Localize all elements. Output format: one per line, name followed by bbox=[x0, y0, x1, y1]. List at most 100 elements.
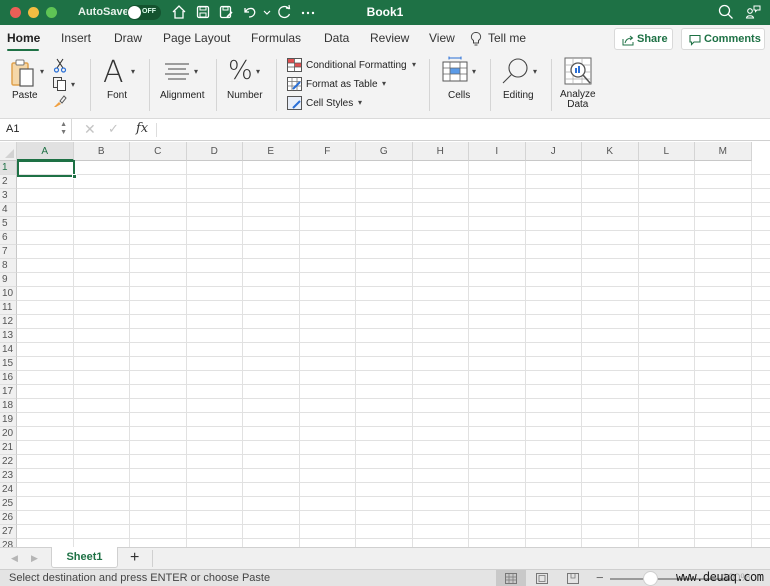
editing-label[interactable]: Editing bbox=[503, 90, 534, 101]
cells-icon[interactable] bbox=[442, 56, 468, 82]
row-header-6[interactable]: 6 bbox=[0, 231, 17, 245]
row-header-10[interactable]: 10 bbox=[0, 287, 17, 301]
column-header-d[interactable]: D bbox=[186, 142, 243, 161]
search-icon[interactable] bbox=[718, 4, 734, 20]
row-header-24[interactable]: 24 bbox=[0, 483, 17, 497]
prev-sheet-icon[interactable]: ◀ bbox=[11, 553, 18, 564]
row-header-15[interactable]: 15 bbox=[0, 357, 17, 371]
row-header-25[interactable]: 25 bbox=[0, 497, 17, 511]
row-header-5[interactable]: 5 bbox=[0, 217, 17, 231]
formula-input[interactable] bbox=[160, 120, 760, 139]
zoom-out-button[interactable]: − bbox=[596, 570, 604, 585]
row-header-14[interactable]: 14 bbox=[0, 343, 17, 357]
row-header-19[interactable]: 19 bbox=[0, 413, 17, 427]
alignment-dropdown-icon[interactable]: ▾ bbox=[194, 67, 198, 76]
collaborate-icon[interactable] bbox=[745, 4, 761, 20]
row-header-11[interactable]: 11 bbox=[0, 301, 17, 315]
copy-icon[interactable] bbox=[52, 76, 68, 92]
cells-label[interactable]: Cells bbox=[448, 90, 470, 101]
cut-icon[interactable] bbox=[53, 58, 67, 73]
column-header-h[interactable]: H bbox=[412, 142, 469, 161]
paste-icon[interactable] bbox=[10, 58, 38, 88]
font-icon[interactable]: A bbox=[103, 55, 124, 90]
row-header-27[interactable]: 27 bbox=[0, 525, 17, 539]
tab-review[interactable]: Review bbox=[370, 31, 409, 45]
row-header-21[interactable]: 21 bbox=[0, 441, 17, 455]
tab-home[interactable]: Home bbox=[7, 31, 40, 45]
number-dropdown-icon[interactable]: ▾ bbox=[256, 67, 260, 76]
spreadsheet-grid[interactable]: A B C D E F G H I J K L M 1 2 3 4 5 6 7 8 9 10 11 12 13 14 15 16 17 18… bbox=[0, 142, 770, 547]
paste-dropdown-icon[interactable]: ▾ bbox=[40, 67, 44, 76]
row-header-16[interactable]: 16 bbox=[0, 371, 17, 385]
row-header-7[interactable]: 7 bbox=[0, 245, 17, 259]
row-header-1[interactable]: 1 bbox=[0, 161, 17, 175]
column-header-e[interactable]: E bbox=[243, 142, 300, 161]
column-header-b[interactable]: B bbox=[73, 142, 130, 161]
page-break-view-button[interactable] bbox=[558, 570, 588, 586]
tab-formulas[interactable]: Formulas bbox=[251, 31, 301, 45]
magnifier-icon[interactable] bbox=[502, 57, 530, 85]
column-header-a[interactable]: A bbox=[17, 142, 74, 161]
row-header-8[interactable]: 8 bbox=[0, 259, 17, 273]
row-header-13[interactable]: 13 bbox=[0, 329, 17, 343]
tab-insert[interactable]: Insert bbox=[61, 31, 91, 45]
row-header-17[interactable]: 17 bbox=[0, 385, 17, 399]
normal-view-button[interactable] bbox=[496, 570, 526, 586]
column-header-i[interactable]: I bbox=[469, 142, 526, 161]
next-sheet-icon[interactable]: ▶ bbox=[31, 553, 38, 564]
row-header-2[interactable]: 2 bbox=[0, 175, 17, 189]
name-box[interactable]: A1 ▲ ▼ bbox=[0, 119, 72, 140]
format-painter-icon[interactable] bbox=[53, 94, 67, 108]
paste-label[interactable]: Paste bbox=[12, 90, 38, 101]
column-header-c[interactable]: C bbox=[130, 142, 187, 161]
lightbulb-icon[interactable] bbox=[470, 31, 482, 47]
row-header-4[interactable]: 4 bbox=[0, 203, 17, 217]
font-dropdown-icon[interactable]: ▾ bbox=[131, 67, 135, 76]
alignment-label[interactable]: Alignment bbox=[160, 90, 204, 101]
insert-function-icon[interactable]: fx bbox=[136, 121, 148, 136]
add-sheet-button[interactable]: + bbox=[130, 549, 139, 567]
share-button[interactable]: Share bbox=[614, 28, 673, 50]
tab-page-layout[interactable]: Page Layout bbox=[163, 31, 230, 45]
sheet-tab-sheet1[interactable]: Sheet1 bbox=[51, 547, 118, 568]
row-header-22[interactable]: 22 bbox=[0, 455, 17, 469]
comments-button[interactable]: Comments bbox=[681, 28, 765, 50]
row-header-28[interactable]: 28 bbox=[0, 539, 17, 547]
name-box-stepper[interactable]: ▲ ▼ bbox=[60, 121, 67, 137]
row-header-20[interactable]: 20 bbox=[0, 427, 17, 441]
row-header-3[interactable]: 3 bbox=[0, 189, 17, 203]
row-header-23[interactable]: 23 bbox=[0, 469, 17, 483]
confirm-entry-icon[interactable]: ✓ bbox=[108, 121, 119, 137]
editing-dropdown-icon[interactable]: ▾ bbox=[533, 67, 537, 76]
font-label[interactable]: Font bbox=[107, 90, 127, 101]
analyze-data-icon[interactable] bbox=[564, 57, 594, 87]
column-header-k[interactable]: K bbox=[582, 142, 639, 161]
normal-view-icon bbox=[505, 573, 517, 584]
active-cell-a1[interactable] bbox=[17, 160, 77, 179]
row-header-12[interactable]: 12 bbox=[0, 315, 17, 329]
fill-handle[interactable] bbox=[72, 174, 77, 179]
sheet-tab-bar: ◀ ▶ Sheet1 + bbox=[0, 547, 770, 569]
column-header-j[interactable]: J bbox=[525, 142, 582, 161]
copy-dropdown-icon[interactable]: ▾ bbox=[71, 80, 75, 89]
column-header-f[interactable]: F bbox=[299, 142, 356, 161]
column-header-g[interactable]: G bbox=[356, 142, 413, 161]
tab-data[interactable]: Data bbox=[324, 31, 349, 45]
row-header-9[interactable]: 9 bbox=[0, 273, 17, 287]
page-layout-view-button[interactable] bbox=[527, 570, 557, 586]
tab-view[interactable]: View bbox=[429, 31, 455, 45]
column-header-l[interactable]: L bbox=[638, 142, 695, 161]
analyze-data-label[interactable]: Analyze Data bbox=[560, 90, 596, 110]
number-label[interactable]: Number bbox=[227, 90, 263, 101]
tell-me-search[interactable]: Tell me bbox=[488, 31, 526, 45]
column-header-m[interactable]: M bbox=[695, 142, 752, 161]
row-header-26[interactable]: 26 bbox=[0, 511, 17, 525]
tab-draw[interactable]: Draw bbox=[114, 31, 142, 45]
alignment-icon[interactable] bbox=[164, 62, 190, 80]
percent-icon[interactable]: % bbox=[228, 56, 253, 86]
select-all-corner[interactable] bbox=[0, 142, 17, 161]
zoom-slider-handle[interactable] bbox=[642, 571, 658, 586]
row-header-18[interactable]: 18 bbox=[0, 399, 17, 413]
cells-dropdown-icon[interactable]: ▾ bbox=[472, 67, 476, 76]
cancel-entry-icon[interactable]: ✕ bbox=[84, 121, 96, 138]
